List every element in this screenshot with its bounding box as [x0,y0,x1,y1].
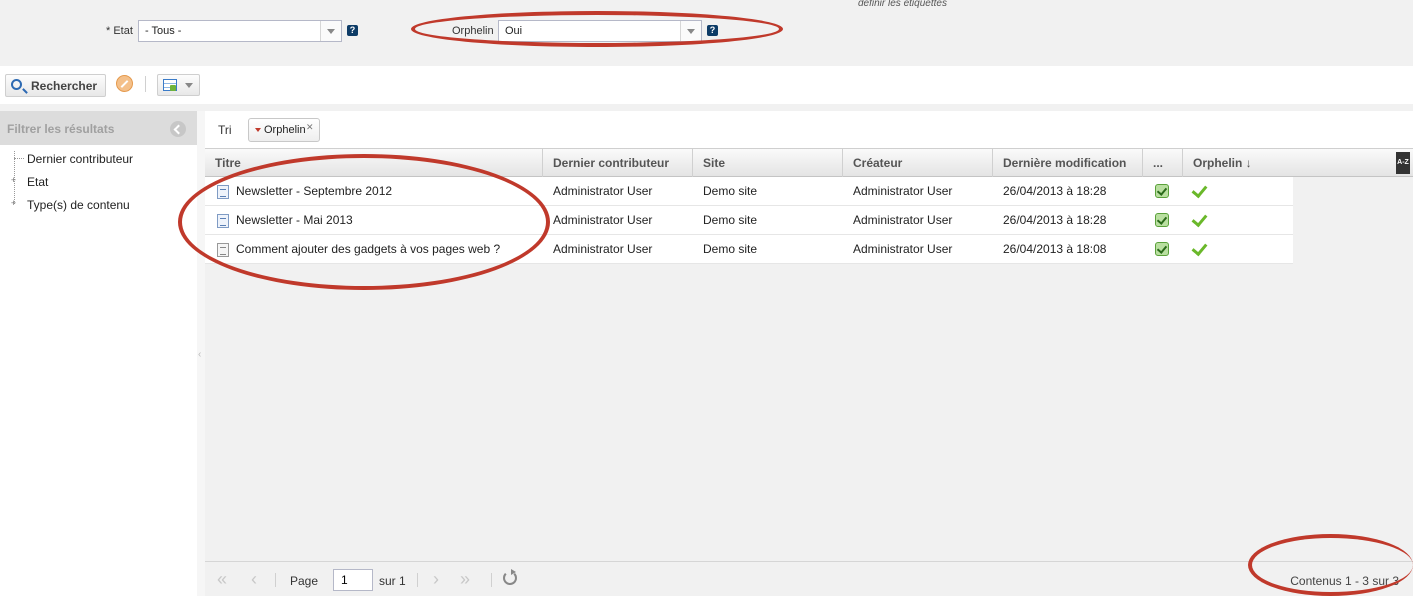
orphan-check-icon [1191,239,1208,257]
etat-value: - Tous - [145,25,182,37]
pager: « ‹ Page sur 1 › » Contenus 1 - 3 sur 3 [205,561,1413,596]
clear-filters-icon[interactable] [116,75,133,92]
etat-help-icon[interactable]: ? [347,25,358,36]
sort-chip-label: Orphelin [264,124,306,136]
search-form: définir les étiquettes * Etat - Tous - ?… [0,0,1413,66]
cell-modified: 26/04/2013 à 18:28 [1003,184,1107,198]
collapse-panel-icon[interactable] [170,121,186,137]
orphan-check-icon [1191,210,1208,228]
orphelin-value: Oui [505,25,523,37]
page-number-input[interactable] [333,569,373,591]
page-count-label: sur 1 [379,574,406,588]
chevron-down-icon [327,28,335,34]
cell-contributor: Administrator User [553,242,653,256]
newsletter-icon [217,214,229,228]
etat-label: * Etat [106,25,133,37]
etat-select[interactable]: - Tous - [138,20,342,42]
first-page-button[interactable]: « [217,570,227,588]
last-page-button[interactable]: » [460,570,470,588]
refresh-icon[interactable] [503,569,517,585]
tree-connector [14,158,24,159]
etat-dropdown-trigger[interactable] [320,21,341,41]
chevron-left-icon: ‹ [198,349,202,360]
cell-site: Demo site [703,184,758,198]
pager-divider [491,573,492,587]
filter-item-dernier-contributeur[interactable]: Dernier contributeur [27,152,133,166]
panel-splitter[interactable]: ‹ [197,111,205,596]
pager-divider [275,573,276,587]
orphelin-label: Orphelin [452,25,494,37]
table-row[interactable]: Newsletter - Mai 2013 Administrator User… [205,206,1293,235]
orphelin-select[interactable]: Oui [498,20,702,42]
grid-view-icon [163,79,177,91]
article-icon [217,243,229,257]
filter-header: Filtrer les résultats [0,111,197,145]
filter-panel: Filtrer les résultats Dernier contribute… [0,111,197,596]
view-mode-button[interactable] [157,74,200,96]
table-row[interactable]: Comment ajouter des gadgets à vos pages … [205,235,1293,264]
filter-item-types-contenu[interactable]: Type(s) de contenu [27,198,130,212]
orphan-check-icon [1191,181,1208,199]
newsletter-icon [217,185,229,199]
cell-creator: Administrator User [853,242,953,256]
search-button-label: Rechercher [31,79,98,93]
cell-contributor: Administrator User [553,184,653,198]
chevron-down-icon [687,28,695,34]
search-icon [11,79,22,90]
cell-titre[interactable]: Newsletter - Mai 2013 [236,213,353,227]
published-status-icon [1155,242,1169,256]
orphelin-help-icon[interactable]: ? [707,25,718,36]
cell-creator: Administrator User [853,213,953,227]
cell-contributor: Administrator User [553,213,653,227]
table-row[interactable]: Newsletter - Septembre 2012 Administrato… [205,177,1293,206]
cell-creator: Administrator User [853,184,953,198]
prev-page-button[interactable]: ‹ [251,570,257,588]
search-button[interactable]: Rechercher [5,74,106,97]
sort-bar: Tri Orphelin ✕ [205,111,1413,148]
cell-modified: 26/04/2013 à 18:28 [1003,213,1107,227]
column-header-orphelin[interactable]: Orphelin ↓ [1183,149,1293,177]
expand-plus-icon[interactable]: + [9,176,18,186]
results-count: Contenus 1 - 3 sur 3 [1290,574,1399,588]
cell-titre[interactable]: Newsletter - Septembre 2012 [236,184,392,198]
expand-plus-icon[interactable]: + [9,199,18,209]
column-header-derniere-modification[interactable]: Dernière modification [993,149,1143,177]
column-header-dernier-contributeur[interactable]: Dernier contributeur [543,149,693,177]
cell-site: Demo site [703,242,758,256]
labels-hint: définir les étiquettes [858,0,947,9]
chevron-down-icon [185,83,193,88]
pager-divider [417,573,418,587]
filter-title: Filtrer les résultats [7,122,115,136]
results-panel: Tri Orphelin ✕ Titre Dernier contributeu… [205,111,1413,596]
orphelin-dropdown-trigger[interactable] [680,21,701,41]
sort-az-icon[interactable]: A-Z [1396,152,1410,174]
published-status-icon [1155,184,1169,198]
sort-direction-icon [255,128,261,132]
cell-site: Demo site [703,213,758,227]
column-header-titre[interactable]: Titre [205,149,543,177]
sort-chip-orphelin[interactable]: Orphelin ✕ [248,118,320,142]
column-header-createur[interactable]: Créateur [843,149,993,177]
next-page-button[interactable]: › [433,570,439,588]
published-status-icon [1155,213,1169,227]
page-label: Page [290,574,319,588]
filter-item-etat[interactable]: Etat [27,175,48,189]
column-header-status[interactable]: ... [1143,149,1183,177]
column-header-site[interactable]: Site [693,149,843,177]
cell-modified: 26/04/2013 à 18:08 [1003,242,1107,256]
remove-sort-icon[interactable]: ✕ [306,122,314,133]
toolbar-divider [145,76,146,92]
grid-header: Titre Dernier contributeur Site Créateur… [205,148,1413,177]
sort-label: Tri [218,123,232,137]
cell-titre[interactable]: Comment ajouter des gadgets à vos pages … [236,242,500,256]
toolbar: Rechercher [0,66,1413,104]
